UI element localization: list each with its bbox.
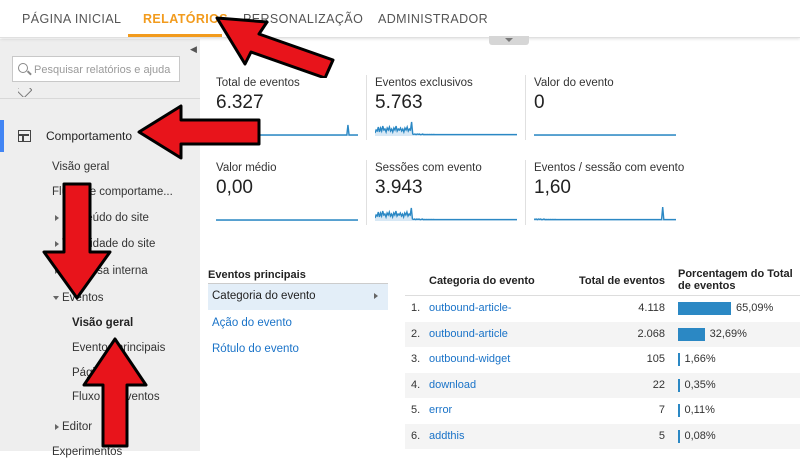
previous-section-icon <box>18 88 32 97</box>
row-index: 4. <box>411 378 421 391</box>
active-section-indicator <box>0 120 4 152</box>
annotation-arrow <box>137 104 261 160</box>
tab-administrador[interactable]: ADMINISTRADOR <box>378 12 488 26</box>
table-row: 3. outbound-widget 105 1,66% <box>405 347 800 372</box>
annotation-arrow <box>215 16 335 78</box>
card-divider <box>525 160 526 225</box>
table-row: 6. addthis 5 0,08% <box>405 423 800 449</box>
sidebar-item-visao-geral[interactable]: Visão geral <box>52 161 109 173</box>
category-link[interactable]: addthis <box>429 430 464 442</box>
tab-pagina-inicial[interactable]: PÁGINA INICIAL <box>22 12 121 26</box>
percentage-value: 65,09% <box>736 302 774 314</box>
behavior-icon <box>18 130 31 142</box>
metric-card[interactable]: Eventos exclusivos 5.763 <box>375 77 523 149</box>
chevron-left-icon: ◀ <box>190 44 197 54</box>
row-index: 5. <box>411 404 421 416</box>
percentage-bar <box>678 353 680 366</box>
row-index: 6. <box>411 429 421 442</box>
metric-title: Total de eventos <box>216 77 300 89</box>
metric-value: 1,60 <box>534 177 571 198</box>
sidebar-divider <box>0 98 200 99</box>
percentage-value: 0,08% <box>684 429 716 442</box>
metric-title: Sessões com evento <box>375 162 482 174</box>
search-icon <box>18 63 28 73</box>
percentage-value: 0,11% <box>684 404 715 416</box>
column-header-category[interactable]: Categoria do evento <box>429 275 535 287</box>
search-input[interactable] <box>34 61 176 78</box>
metric-value: 0 <box>534 92 545 113</box>
metric-title: Eventos / sessão com evento <box>534 162 685 174</box>
metric-sparkline <box>534 206 676 221</box>
total-events: 4.118 <box>638 302 665 314</box>
section-label: Comportamento <box>46 129 133 143</box>
metric-title: Valor médio <box>216 162 277 174</box>
metric-value: 3.943 <box>375 177 423 198</box>
sidebar-collapse-toggle[interactable]: ◀ <box>187 41 200 57</box>
annotation-arrow <box>42 182 112 300</box>
table-row: 4. download 22 0,35% <box>405 372 800 398</box>
column-header-pct[interactable]: Porcentagem do Total de eventos <box>678 268 800 292</box>
percentage-bar <box>678 327 705 341</box>
card-divider <box>366 160 367 225</box>
top-navigation: PÁGINA INICIAL RELATÓRIOS PERSONALIZAÇÃO… <box>0 0 800 38</box>
category-link[interactable]: outbound-widget <box>429 353 510 365</box>
sparkline-line <box>534 206 676 221</box>
percentage-bar <box>678 302 731 315</box>
metric-sparkline <box>375 207 517 221</box>
total-events: 2.068 <box>637 327 665 340</box>
dimension-link-rotulo[interactable]: Rótulo do evento <box>212 343 299 355</box>
sidebar-item-eventos-visao-geral[interactable]: Visão geral <box>72 317 133 329</box>
percentage-bar <box>678 429 680 443</box>
total-events: 5 <box>658 429 665 442</box>
card-divider <box>525 75 526 140</box>
percentage-bar <box>678 378 680 392</box>
events-table: Categoria do evento Total de eventos Por… <box>405 262 800 451</box>
metric-value: 0,00 <box>216 177 253 198</box>
caret-right-icon[interactable] <box>55 424 59 430</box>
events-panel-heading: Eventos principais <box>208 269 306 281</box>
percentage-value: 32,69% <box>709 327 747 340</box>
table-row: 2. outbound-article 2.068 32,69% <box>405 321 800 347</box>
metric-card[interactable]: Sessões com evento 3.943 <box>375 162 523 234</box>
category-link[interactable]: error <box>429 404 452 416</box>
percentage-bar <box>678 404 680 417</box>
percentage-value: 1,66% <box>684 353 716 365</box>
category-link[interactable]: outbound-article <box>429 328 508 340</box>
row-index: 2. <box>411 327 421 340</box>
row-index: 3. <box>411 353 421 365</box>
metric-sparkline <box>534 134 676 136</box>
metric-title: Eventos exclusivos <box>375 77 473 89</box>
caret-right-icon <box>374 293 378 299</box>
column-header-total[interactable]: Total de eventos <box>565 275 665 287</box>
category-link[interactable]: download <box>429 379 476 391</box>
metric-title: Valor do evento <box>534 77 614 89</box>
total-events: 22 <box>652 378 665 391</box>
percentage-value: 0,35% <box>684 378 716 391</box>
dimension-link-acao[interactable]: Ação do evento <box>212 317 292 329</box>
dimension-label: Categoria do evento <box>212 290 316 302</box>
table-row: 5. error 7 0,11% <box>405 398 800 423</box>
metric-card[interactable]: Valor do evento 0 <box>534 77 682 149</box>
collapse-header-button[interactable] <box>489 36 529 45</box>
chevron-down-icon <box>505 38 513 42</box>
table-row: 1. outbound-article- 4.118 65,09% <box>405 296 800 321</box>
metric-value: 5.763 <box>375 92 423 113</box>
total-events: 7 <box>658 404 665 416</box>
total-events: 105 <box>646 353 665 365</box>
card-divider <box>366 75 367 140</box>
annotation-arrow <box>82 337 148 448</box>
metric-card[interactable]: Eventos / sessão com evento 1,60 <box>534 162 685 234</box>
row-index: 1. <box>411 302 421 314</box>
dimension-selected[interactable]: Categoria do evento <box>208 284 388 310</box>
metric-sparkline <box>375 121 517 136</box>
metric-sparkline <box>216 219 358 221</box>
category-link[interactable]: outbound-article- <box>429 302 512 314</box>
metric-card[interactable]: Valor médio 0,00 <box>216 162 364 234</box>
report-search[interactable] <box>12 56 180 82</box>
